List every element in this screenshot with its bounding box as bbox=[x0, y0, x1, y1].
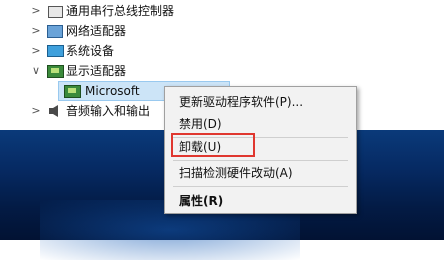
tree-item-label: 通用串行总线控制器 bbox=[66, 4, 175, 18]
network-adapter-icon bbox=[47, 25, 63, 38]
menu-item-update-driver[interactable]: 更新驱动程序软件(P)... bbox=[179, 93, 303, 111]
usb-controller-icon bbox=[48, 6, 63, 18]
tree-item-label: Microsoft bbox=[85, 84, 140, 98]
tree-item-network-adapters[interactable]: > 网络适配器 bbox=[0, 21, 444, 41]
display-adapter-icon bbox=[64, 85, 81, 98]
display-adapter-icon bbox=[47, 65, 64, 78]
tree-item-label: 音频输入和输出 bbox=[66, 104, 151, 118]
menu-item-disable[interactable]: 禁用(D) bbox=[179, 115, 222, 133]
speaker-icon bbox=[48, 104, 62, 118]
expand-chevron-icon[interactable]: > bbox=[30, 21, 42, 41]
uninstall-highlight-box bbox=[171, 133, 255, 157]
menu-item-properties[interactable]: 属性(R) bbox=[179, 192, 223, 210]
menu-item-scan-hardware-changes[interactable]: 扫描检测硬件改动(A) bbox=[179, 164, 293, 182]
tree-item-display-adapters[interactable]: ∨ 显示适配器 bbox=[0, 61, 444, 81]
tree-item-label: 显示适配器 bbox=[66, 64, 127, 78]
tree-item-label: 系统设备 bbox=[66, 44, 115, 58]
menu-separator bbox=[173, 186, 348, 187]
menu-separator bbox=[173, 160, 348, 161]
expand-chevron-icon[interactable]: > bbox=[30, 101, 42, 121]
expand-chevron-icon[interactable]: > bbox=[30, 41, 42, 61]
tree-item-usb-controllers[interactable]: > 通用串行总线控制器 bbox=[0, 1, 444, 21]
system-devices-icon bbox=[47, 45, 64, 57]
expand-chevron-icon[interactable]: > bbox=[30, 1, 42, 21]
tree-item-system-devices[interactable]: > 系统设备 bbox=[0, 41, 444, 61]
collapse-chevron-icon[interactable]: ∨ bbox=[30, 61, 42, 81]
tree-item-label: 网络适配器 bbox=[66, 24, 127, 38]
